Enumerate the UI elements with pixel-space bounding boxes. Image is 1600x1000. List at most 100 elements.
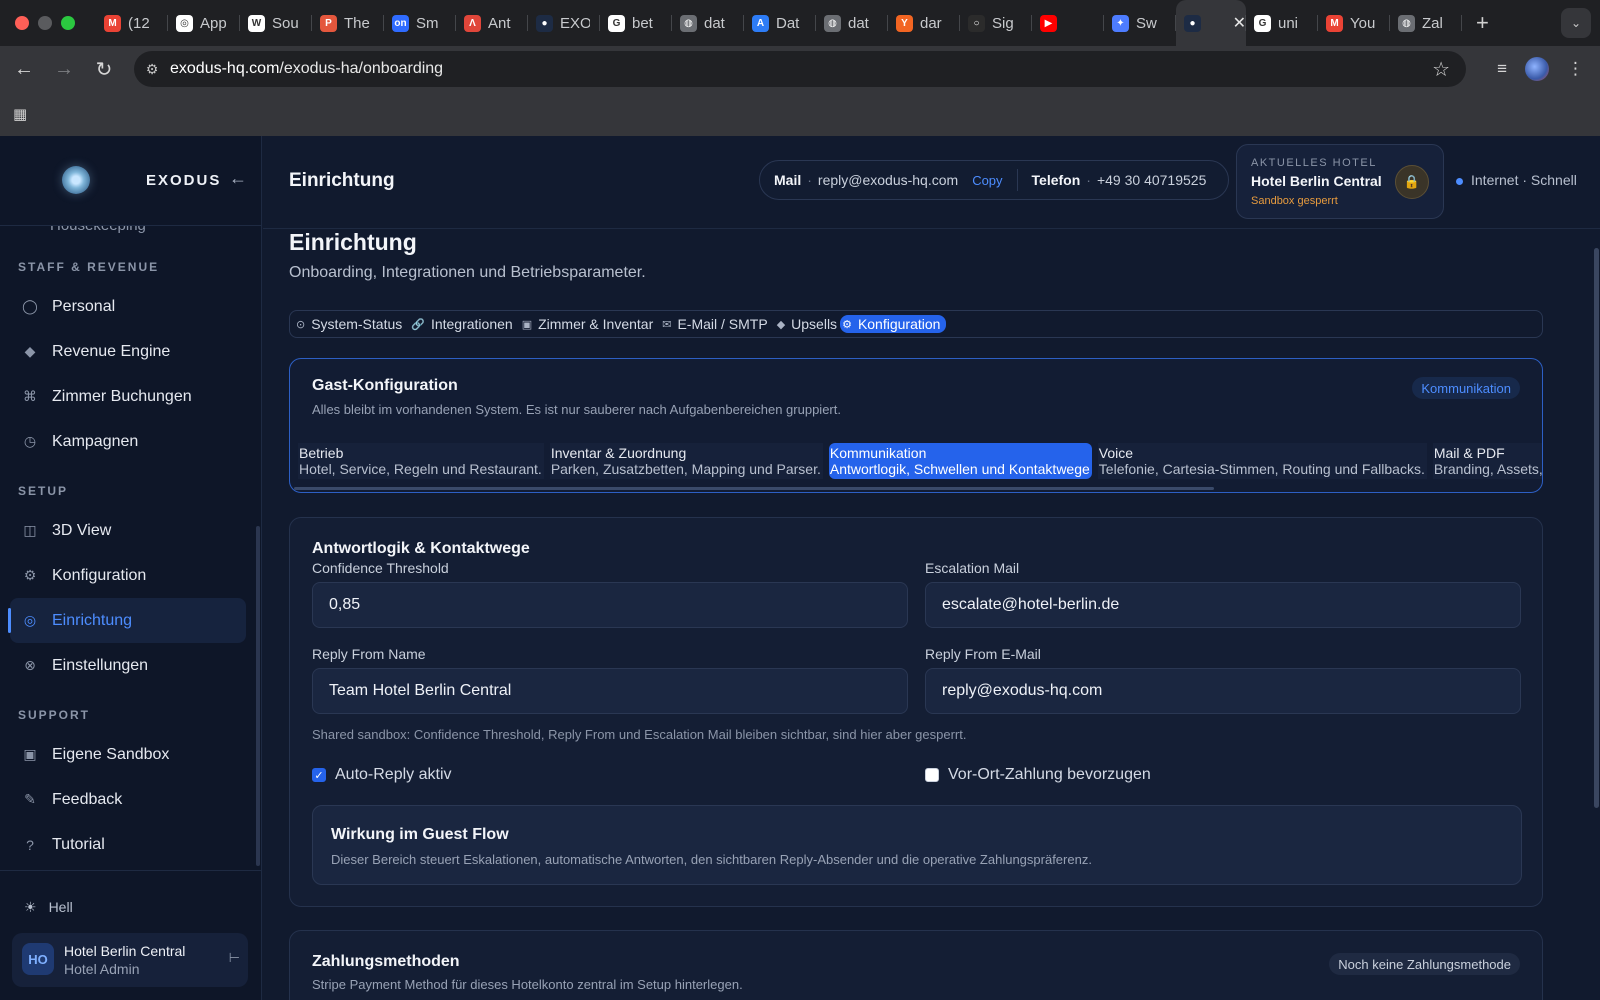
browser-tab[interactable]: W Sou bbox=[240, 0, 312, 46]
sidebar-item-label: Personal bbox=[52, 297, 116, 315]
category-tab[interactable]: Kommunikation Antwortlogik, Schwellen und… bbox=[828, 443, 1092, 479]
sidebar-item-eigene-sandbox[interactable]: ▣ Eigene Sandbox bbox=[10, 732, 246, 777]
logout-icon[interactable]: ⊢ bbox=[229, 950, 240, 966]
apps-grid-icon[interactable]: ▦ bbox=[13, 105, 27, 123]
sidebar-item-zimmer-buchungen[interactable]: ⌘ Zimmer Buchungen bbox=[10, 374, 246, 419]
browser-tab[interactable]: on Sm bbox=[384, 0, 456, 46]
media-control-icon[interactable]: ≡ bbox=[1497, 59, 1507, 79]
active-category-badge: Kommunikation bbox=[1412, 377, 1520, 399]
auto-reply-checkbox[interactable]: ✓ Auto-Reply aktiv bbox=[312, 766, 452, 784]
sidebar-item-3d-view[interactable]: ◫ 3D View bbox=[10, 508, 246, 553]
sidebar-item-einstellungen[interactable]: ⊗ Einstellungen bbox=[10, 643, 246, 688]
close-tab-icon[interactable]: ✕ bbox=[1233, 13, 1246, 33]
reload-button[interactable]: ↻ bbox=[84, 57, 124, 82]
category-tab[interactable]: Voice Telefonie, Cartesia-Stimmen, Routin… bbox=[1097, 443, 1427, 479]
section-link-upsells[interactable]: ◆ Upsells bbox=[777, 316, 837, 332]
browser-tab[interactable]: M You bbox=[1318, 0, 1390, 46]
browser-menu-icon[interactable]: ⋮ bbox=[1567, 59, 1584, 79]
category-tabs-scrollbar[interactable] bbox=[294, 487, 1214, 490]
escalation-label: Escalation Mail bbox=[925, 560, 1020, 576]
sidebar-section-title: STAFF & REVENUE bbox=[18, 260, 160, 274]
checkbox-checked-icon[interactable]: ✓ bbox=[312, 768, 326, 782]
sidebar-item-einrichtung[interactable]: ◎ Einrichtung bbox=[8, 598, 246, 643]
answer-logic-card: Antwortlogik & Kontaktwege Confidence Th… bbox=[289, 517, 1543, 907]
minimize-window-button[interactable] bbox=[38, 16, 52, 30]
payment-methods-description: Stripe Payment Method für dieses Hotelko… bbox=[312, 977, 743, 992]
browser-tab[interactable]: Guni bbox=[1246, 0, 1318, 46]
profile-avatar[interactable] bbox=[1525, 57, 1549, 81]
back-button[interactable]: ← bbox=[4, 58, 44, 81]
category-tab-description: Telefonie, Cartesia-Stimmen, Routing und… bbox=[1098, 461, 1425, 477]
browser-tab[interactable]: ✦ Sw bbox=[1104, 0, 1176, 46]
section-link-system-status[interactable]: ⊙ System-Status bbox=[296, 316, 402, 332]
phone-label: Telefon bbox=[1031, 172, 1081, 188]
current-hotel-card[interactable]: AKTUELLES HOTEL Hotel Berlin Central San… bbox=[1236, 144, 1444, 219]
address-bar[interactable]: ⚙ exodus-hq.com/exodus-ha/onboarding ☆ bbox=[134, 51, 1466, 87]
browser-tab[interactable]: Gbet bbox=[600, 0, 672, 46]
sidebar-item-kampagnen[interactable]: ◷ Kampagnen bbox=[10, 419, 246, 464]
section-link-label: Integrationen bbox=[430, 316, 513, 332]
lock-icon[interactable]: 🔒 bbox=[1395, 165, 1429, 199]
browser-tab[interactable]: Ydar bbox=[888, 0, 960, 46]
sidebar-item-label: 3D View bbox=[52, 521, 112, 539]
new-tab-button[interactable]: + bbox=[1476, 10, 1489, 36]
browser-tab[interactable]: ○ Sig bbox=[960, 0, 1032, 46]
forward-button[interactable]: → bbox=[44, 58, 84, 81]
escalation-mail-input[interactable]: escalate@hotel-berlin.de bbox=[925, 582, 1521, 628]
main-scrollbar[interactable] bbox=[1594, 248, 1599, 808]
collapse-sidebar-icon[interactable]: ← bbox=[229, 168, 247, 189]
browser-tab[interactable]: ● ✕ bbox=[1176, 0, 1246, 46]
google-icon: G bbox=[608, 14, 625, 32]
category-tab[interactable]: Mail & PDFBranding, Assets, Footer bbox=[1432, 443, 1542, 479]
site-info-icon[interactable]: ⚙ bbox=[134, 61, 170, 78]
theme-toggle[interactable]: ☀ Hell bbox=[24, 899, 73, 916]
user-name: Hotel Berlin Central bbox=[64, 943, 186, 959]
browser-tab-title: bet bbox=[632, 14, 653, 32]
browser-tab[interactable]: ● EXO bbox=[528, 0, 600, 46]
browser-tab[interactable]: ◎ App bbox=[168, 0, 240, 46]
checkbox-empty-icon[interactable] bbox=[925, 768, 939, 782]
sidebar-item-housekeeping[interactable]: Housekeeping bbox=[0, 226, 256, 234]
section-link-label: System-Status bbox=[311, 316, 403, 332]
browser-tab[interactable]: P The bbox=[312, 0, 384, 46]
browser-tab[interactable]: M (12 bbox=[96, 0, 168, 46]
sidebar-item-label: Revenue Engine bbox=[52, 342, 171, 360]
bookmarks-bar: ▦ bbox=[0, 92, 1600, 136]
bookmark-star-icon[interactable]: ☆ bbox=[1432, 57, 1450, 82]
close-window-button[interactable] bbox=[15, 16, 29, 30]
category-tab-title: Inventar & Zuordnung bbox=[550, 445, 687, 461]
browser-tab[interactable]: ◍ Zal bbox=[1390, 0, 1462, 46]
sidebar-item-personal[interactable]: ◯ Personal bbox=[10, 284, 246, 329]
onsite-payment-checkbox[interactable]: Vor-Ort-Zahlung bevorzugen bbox=[925, 766, 1151, 784]
browser-tab[interactable]: ◍ dat bbox=[672, 0, 744, 46]
sidebar-scrollbar[interactable] bbox=[256, 526, 260, 866]
reply-from-email-input[interactable]: reply@exodus-hq.com bbox=[925, 668, 1521, 714]
confidence-threshold-input[interactable]: 0,85 bbox=[312, 582, 908, 628]
browser-tab[interactable]: ◍ dat bbox=[816, 0, 888, 46]
browser-tab[interactable]: Λ Ant bbox=[456, 0, 528, 46]
diamond-icon: ◆ bbox=[24, 343, 36, 359]
sidebar-item-feedback[interactable]: ✎ Feedback bbox=[10, 777, 246, 822]
sidebar-item-tutorial[interactable]: ? Tutorial bbox=[10, 822, 246, 867]
reply-from-name-input[interactable]: Team Hotel Berlin Central bbox=[312, 668, 908, 714]
section-link-zimmer-inventar[interactable]: ▣ Zimmer & Inventar bbox=[522, 316, 654, 332]
section-link-konfiguration[interactable]: ⚙ Konfiguration bbox=[840, 315, 947, 333]
tab-search-button[interactable]: ⌄ bbox=[1561, 8, 1591, 38]
section-link-icon: 🔗 bbox=[411, 318, 425, 331]
category-tab[interactable]: Betrieb Hotel, Service, Regeln und Restau… bbox=[298, 443, 544, 479]
browser-toolbar: ← → ↻ ⚙ exodus-hq.com/exodus-ha/onboardi… bbox=[0, 46, 1600, 92]
browser-tab[interactable]: ▶ bbox=[1032, 0, 1104, 46]
sidebar-item-revenue-engine[interactable]: ◆ Revenue Engine bbox=[10, 329, 246, 374]
browser-tab[interactable]: A Dat bbox=[744, 0, 816, 46]
url-text: exodus-hq.com/exodus-ha/onboarding bbox=[170, 60, 444, 77]
sidebar-item-konfiguration[interactable]: ⚙ Konfiguration bbox=[10, 553, 246, 598]
maximize-window-button[interactable] bbox=[61, 16, 75, 30]
section-link-integrationen[interactable]: 🔗 Integrationen bbox=[411, 316, 512, 332]
category-tab[interactable]: Inventar & Zuordnung Parken, Zusatzbetten… bbox=[549, 443, 823, 479]
mail-label: Mail bbox=[774, 172, 802, 188]
browser-tab-title: (12 bbox=[128, 14, 150, 32]
sidebar: EXODUS ← Housekeeping STAFF & REVENUE ◯ Per… bbox=[0, 136, 262, 1000]
user-card[interactable]: HO Hotel Berlin Central Hotel Admin ⊢ bbox=[12, 933, 248, 987]
section-link-e-mail-smtp[interactable]: ✉ E-Mail / SMTP bbox=[662, 316, 767, 332]
copy-mail-button[interactable]: Copy bbox=[972, 173, 1002, 188]
